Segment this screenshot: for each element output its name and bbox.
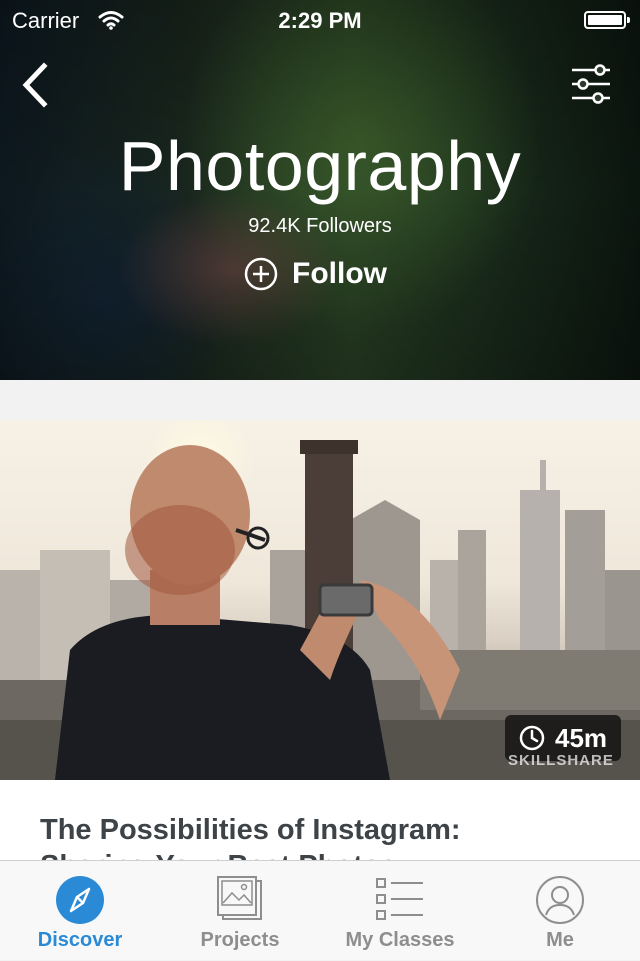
tab-label: My Classes xyxy=(345,929,455,951)
tab-label: Projects xyxy=(200,929,280,951)
tab-my-classes[interactable]: My Classes xyxy=(320,861,480,961)
list-icon xyxy=(376,878,423,920)
tab-discover[interactable]: Discover xyxy=(0,861,160,961)
follow-button[interactable]: Follow xyxy=(244,254,387,294)
sliders-icon xyxy=(572,64,610,104)
status-bar: Carrier 2:29 PM xyxy=(0,0,640,40)
followers-count: 92.4K Followers xyxy=(248,215,392,237)
tab-me[interactable]: Me xyxy=(480,861,640,961)
class-card-body[interactable]: The Possibilities of Instagram: Sharing … xyxy=(0,780,640,860)
duration-text: 45m xyxy=(555,722,608,753)
clock-icon xyxy=(519,725,545,751)
follow-label: Follow xyxy=(292,257,387,290)
tab-label: Discover xyxy=(37,929,123,951)
back-button[interactable] xyxy=(18,62,58,108)
photos-icon xyxy=(217,876,262,920)
skillshare-watermark: SKILLSHARE xyxy=(508,752,614,769)
topic-title: Photography xyxy=(118,127,522,205)
tab-projects[interactable]: Projects xyxy=(160,861,320,961)
plus-circle-icon xyxy=(244,257,278,291)
filter-button[interactable] xyxy=(570,64,612,106)
compass-icon xyxy=(56,876,104,924)
tab-label: Me xyxy=(546,929,574,951)
chevron-left-icon xyxy=(22,62,48,108)
battery-icon xyxy=(584,11,630,29)
status-time: 2:29 PM xyxy=(278,8,362,33)
user-icon xyxy=(536,876,584,924)
class-title: The Possibilities of Instagram: xyxy=(40,814,461,846)
tab-bar: Discover Projects My Classes Me xyxy=(0,860,640,960)
class-subtitle: Sharing Your Best Photos xyxy=(40,850,600,860)
